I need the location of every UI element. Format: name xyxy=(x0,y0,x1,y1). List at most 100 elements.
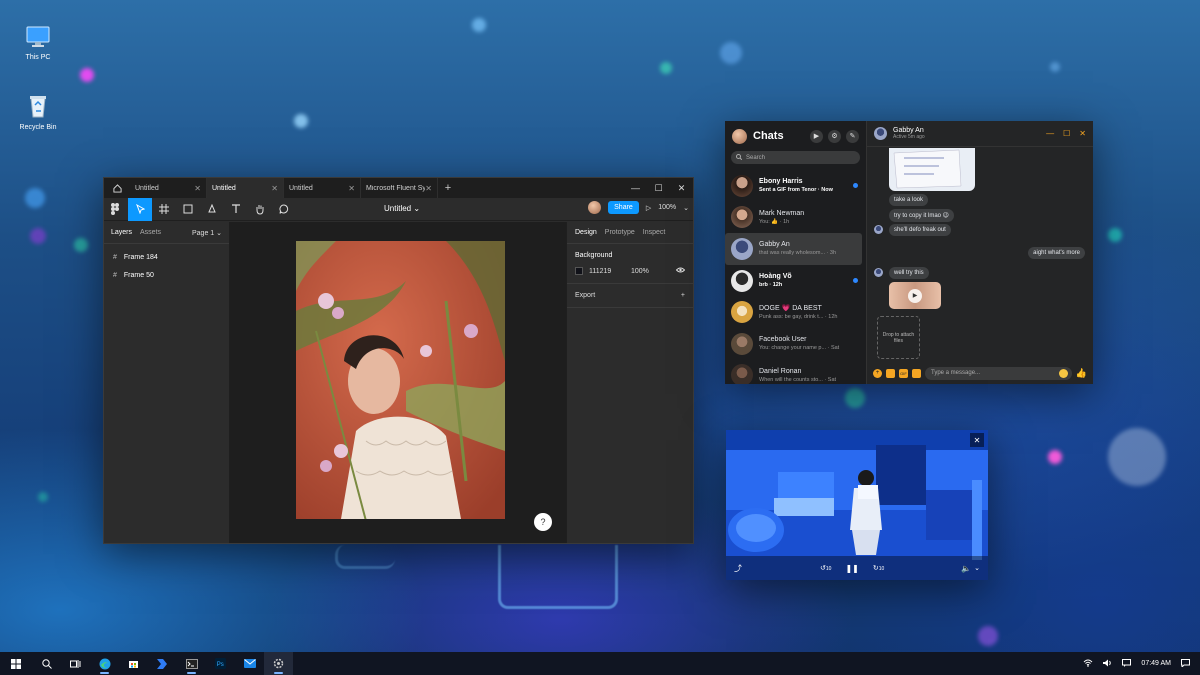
layer-item[interactable]: # Frame 50 xyxy=(104,266,229,284)
figma-tab[interactable]: Untitled ✕ xyxy=(130,178,207,198)
design-canvas[interactable]: ? xyxy=(230,222,566,543)
canvas-photo[interactable] xyxy=(296,241,505,519)
close-window-icon[interactable]: ✕ xyxy=(670,178,693,198)
video-call-icon[interactable]: ▶ xyxy=(810,129,823,143)
rewind-10-icon[interactable]: ↺10 xyxy=(820,564,831,572)
close-icon[interactable]: ✕ xyxy=(194,184,201,193)
maximize-icon[interactable]: ☐ xyxy=(647,178,670,198)
action-center-icon[interactable] xyxy=(1181,658,1190,669)
tab-layers[interactable]: Layers xyxy=(111,229,132,236)
settings-gear-icon[interactable] xyxy=(264,652,293,675)
notification-icon[interactable] xyxy=(1122,658,1132,669)
home-icon[interactable] xyxy=(104,178,130,198)
message-bubble[interactable]: well try this xyxy=(889,267,929,279)
gif-icon[interactable]: GIF xyxy=(899,368,908,378)
add-icon[interactable]: + xyxy=(873,368,882,378)
layer-item[interactable]: # Frame 184 xyxy=(104,248,229,266)
minimize-icon[interactable]: — xyxy=(624,178,647,198)
comment-tool-icon[interactable] xyxy=(272,198,296,221)
clock[interactable]: 07:49 AM xyxy=(1141,660,1171,667)
avatar[interactable] xyxy=(588,201,602,214)
thumbs-up-icon[interactable]: 👍 xyxy=(1076,368,1087,379)
figma-tab[interactable]: Microsoft Fluent Syste✕ xyxy=(361,178,438,198)
rectangle-tool-icon[interactable] xyxy=(176,198,200,221)
volume-icon[interactable] xyxy=(1103,659,1112,669)
shared-image[interactable] xyxy=(889,148,975,191)
share-button[interactable]: Share xyxy=(608,201,639,214)
tab-inspect[interactable]: Inspect xyxy=(643,229,666,236)
message-bubble[interactable]: take a look xyxy=(889,194,929,206)
contact-name[interactable]: Gabby An xyxy=(893,127,925,134)
pen-tool-icon[interactable] xyxy=(200,198,224,221)
conversation-item[interactable]: Mark Newman You: 👍 · 1h xyxy=(725,202,866,234)
video-player[interactable]: ✕ ⤴ ↺10 ❚❚ ↻10 🔈 ⌄ xyxy=(726,430,988,580)
background-opacity[interactable]: 100% xyxy=(631,268,649,275)
close-icon[interactable]: ✕ xyxy=(970,433,984,447)
message-bubble[interactable]: try to copy it lmao 😉 xyxy=(889,209,954,222)
desktop-icon-this-pc[interactable]: This PC xyxy=(8,26,68,61)
avatar[interactable] xyxy=(874,127,887,140)
conversation-item[interactable]: Ebony Harris Sent a GIF from Tenor · Now xyxy=(725,170,866,202)
mail-icon[interactable] xyxy=(235,652,264,675)
message-bubble[interactable]: she'll defo freak out xyxy=(889,224,951,236)
conversation-item-selected[interactable]: Gabby An that was really wholesom... · 3h xyxy=(725,233,862,265)
text-tool-icon[interactable] xyxy=(224,198,248,221)
search-input[interactable]: Search xyxy=(731,151,860,164)
color-swatch[interactable] xyxy=(575,267,583,275)
pause-icon[interactable]: ❚❚ xyxy=(845,564,858,573)
volume-icon[interactable]: 🔈 xyxy=(961,564,971,573)
close-window-icon[interactable]: ✕ xyxy=(1079,129,1086,138)
forward-10-icon[interactable]: ↻10 xyxy=(873,564,884,572)
figma-menu-icon[interactable] xyxy=(104,198,128,221)
photoshop-icon[interactable]: Ps xyxy=(206,652,235,675)
maximize-icon[interactable]: ☐ xyxy=(1063,129,1070,138)
message-input[interactable]: Type a message... xyxy=(925,366,1072,380)
add-export-icon[interactable]: + xyxy=(681,292,685,299)
store-icon[interactable] xyxy=(119,652,148,675)
conversation-item[interactable]: Facebook User You: change your name p... … xyxy=(725,328,866,360)
gear-icon[interactable]: ⚙ xyxy=(828,129,841,143)
zoom-level[interactable]: 100% xyxy=(658,204,676,211)
play-icon[interactable]: ▷ xyxy=(646,204,651,212)
power-automate-icon[interactable] xyxy=(148,652,177,675)
chevron-down-icon[interactable]: ⌄ xyxy=(683,204,689,212)
message-bubble-sent[interactable]: aight what's more xyxy=(1028,247,1085,259)
background-hex[interactable]: 111219 xyxy=(589,268,625,275)
popout-icon[interactable]: ⤴ xyxy=(734,563,742,574)
new-tab-button[interactable]: + xyxy=(438,178,458,198)
wifi-icon[interactable] xyxy=(1083,659,1093,669)
play-icon[interactable]: ▶ xyxy=(908,288,922,303)
video-thumbnail[interactable]: ▶ xyxy=(889,282,941,309)
help-button[interactable]: ? xyxy=(534,513,552,531)
start-button[interactable] xyxy=(0,652,32,675)
image-icon[interactable] xyxy=(912,368,921,378)
file-drop-zone[interactable]: Drop to attach files xyxy=(877,316,920,359)
frame-tool-icon[interactable] xyxy=(152,198,176,221)
close-icon[interactable]: ✕ xyxy=(271,184,278,193)
avatar[interactable] xyxy=(732,128,747,144)
tab-assets[interactable]: Assets xyxy=(140,229,161,236)
close-icon[interactable]: ✕ xyxy=(425,184,432,193)
tab-design[interactable]: Design xyxy=(575,229,597,236)
compose-icon[interactable]: ✎ xyxy=(846,129,859,143)
figma-tab-active[interactable]: Untitled ✕ xyxy=(207,178,284,198)
eye-icon[interactable] xyxy=(675,267,686,275)
conversation-item[interactable]: Daniel Ronan When will the counts sto... … xyxy=(725,360,866,384)
figma-tab[interactable]: Untitled ✕ xyxy=(284,178,361,198)
chevron-down-icon[interactable]: ⌄ xyxy=(974,564,980,572)
move-tool-icon[interactable] xyxy=(128,197,152,221)
minimize-icon[interactable]: — xyxy=(1046,129,1054,138)
emoji-icon[interactable] xyxy=(1058,368,1068,378)
close-icon[interactable]: ✕ xyxy=(348,184,355,193)
search-icon[interactable] xyxy=(32,652,61,675)
sticker-icon[interactable] xyxy=(886,368,895,378)
edge-icon[interactable] xyxy=(90,652,119,675)
document-title[interactable]: Untitled ⌄ xyxy=(384,204,420,213)
tab-prototype[interactable]: Prototype xyxy=(605,229,635,236)
conversation-item[interactable]: DOGE 💗 DA BEST Punk ass: be gay, drink t.… xyxy=(725,296,866,328)
desktop-icon-recycle-bin[interactable]: Recycle Bin xyxy=(8,94,68,131)
hand-tool-icon[interactable] xyxy=(248,198,272,221)
task-view-icon[interactable] xyxy=(61,652,90,675)
terminal-icon[interactable] xyxy=(177,652,206,675)
conversation-item[interactable]: Hoàng Võ brb · 12h xyxy=(725,265,866,297)
